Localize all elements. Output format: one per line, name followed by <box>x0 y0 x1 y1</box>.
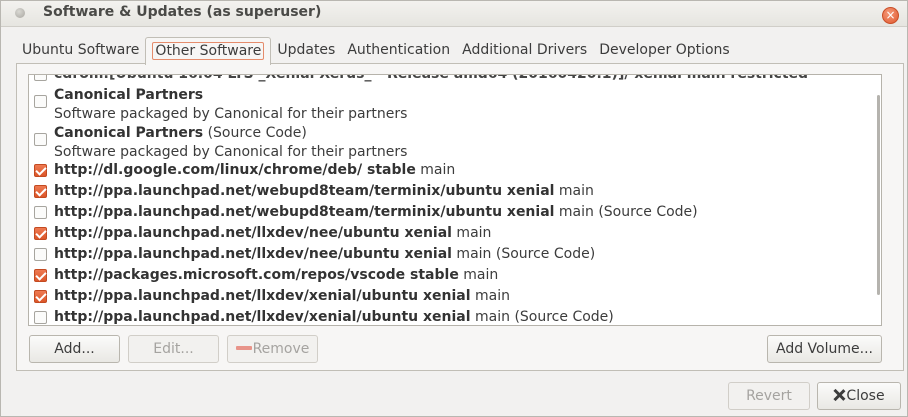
checkbox[interactable] <box>34 95 47 108</box>
source-name: http://ppa.launchpad.net/llxdev/xenial/u… <box>54 288 471 304</box>
source-name: http://ppa.launchpad.net/webupd8team/ter… <box>54 183 555 199</box>
list-item[interactable]: http://ppa.launchpad.net/webupd8team/ter… <box>29 202 879 223</box>
scrollbar-thumb[interactable] <box>877 95 880 295</box>
source-suffix: main <box>470 288 510 304</box>
checkbox-checked[interactable] <box>34 185 47 198</box>
list-item[interactable]: http://ppa.launchpad.net/llxdev/nee/ubun… <box>29 244 879 265</box>
source-name: http://dl.google.com/linux/chrome/deb/ s… <box>54 162 416 178</box>
tab-other-software[interactable]: Other Software <box>145 37 272 65</box>
source-suffix: main <box>451 225 492 241</box>
source-name: Canonical Partners <box>54 125 204 141</box>
scrollbar[interactable] <box>877 75 881 325</box>
source-name: http://ppa.launchpad.net/llxdev/xenial/u… <box>54 309 471 325</box>
add-volume-button[interactable]: Add Volume... <box>767 335 882 363</box>
close-icon <box>833 389 845 401</box>
checkbox-checked[interactable] <box>34 269 47 282</box>
source-suffix: main (Source Code) <box>554 204 698 220</box>
remove-button[interactable]: Remove <box>227 335 318 363</box>
close-button[interactable]: Close <box>817 382 901 410</box>
source-name: http://ppa.launchpad.net/llxdev/nee/ubun… <box>54 225 452 241</box>
list-item-cdrom[interactable]: cdrom:[Ubuntu 16.04 LTS _Xenial Xerus_ -… <box>29 74 879 85</box>
source-name: http://ppa.launchpad.net/webupd8team/ter… <box>54 204 555 220</box>
list-item[interactable]: http://ppa.launchpad.net/webupd8team/ter… <box>29 181 879 202</box>
checkbox[interactable] <box>34 133 47 146</box>
window-close-icon[interactable]: × <box>882 7 899 24</box>
window-menu-icon[interactable] <box>15 8 25 18</box>
list-item[interactable]: http://ppa.launchpad.net/llxdev/xenial/u… <box>29 286 879 307</box>
source-name: http://ppa.launchpad.net/llxdev/nee/ubun… <box>54 246 452 262</box>
edit-button[interactable]: Edit... <box>128 335 219 363</box>
tab-updates[interactable]: Updates <box>271 37 341 64</box>
source-suffix: main <box>415 162 456 178</box>
source-name: Canonical Partners <box>54 87 204 103</box>
tab-bar: Ubuntu Software Other Software Updates A… <box>16 37 736 65</box>
revert-button[interactable]: Revert <box>728 382 810 410</box>
source-suffix: main (Source Code) <box>470 309 614 325</box>
source-name: http://packages.microsoft.com/repos/vsco… <box>54 267 459 283</box>
tab-additional-drivers[interactable]: Additional Drivers <box>456 37 593 64</box>
tab-developer-options[interactable]: Developer Options <box>593 37 735 64</box>
add-button[interactable]: Add... <box>29 335 120 363</box>
source-description: Software packaged by Canonical for their… <box>54 106 408 122</box>
list-item[interactable]: http://dl.google.com/linux/chrome/deb/ s… <box>29 160 879 181</box>
checkbox[interactable] <box>34 206 47 219</box>
tab-ubuntu-software[interactable]: Ubuntu Software <box>16 37 145 64</box>
software-updates-window: Software & Updates (as superuser) × Ubun… <box>0 0 908 417</box>
source-suffix: main <box>554 183 594 199</box>
sources-list[interactable]: cdrom:[Ubuntu 16.04 LTS _Xenial Xerus_ -… <box>28 74 882 326</box>
source-suffix: main (Source Code) <box>451 246 596 262</box>
list-item[interactable]: Canonical Partners Software packaged by … <box>29 85 879 125</box>
checkbox[interactable] <box>34 75 47 81</box>
titlebar: Software & Updates (as superuser) × <box>1 1 907 27</box>
remove-icon <box>235 346 252 350</box>
list-item[interactable]: http://ppa.launchpad.net/llxdev/nee/ubun… <box>29 223 879 244</box>
source-suffix: (Source Code) <box>203 125 307 141</box>
list-item[interactable]: http://packages.microsoft.com/repos/vsco… <box>29 265 879 286</box>
source-suffix: main <box>458 267 499 283</box>
list-item[interactable]: Canonical Partners (Source Code) Softwar… <box>29 123 879 163</box>
checkbox[interactable] <box>34 248 47 261</box>
checkbox-checked[interactable] <box>34 290 47 303</box>
checkbox-checked[interactable] <box>34 164 47 177</box>
tab-authentication[interactable]: Authentication <box>341 37 456 64</box>
window-title: Software & Updates (as superuser) <box>43 4 322 20</box>
list-item[interactable]: http://ppa.launchpad.net/llxdev/xenial/u… <box>29 307 879 325</box>
checkbox[interactable] <box>34 311 47 324</box>
checkbox-checked[interactable] <box>34 227 47 240</box>
source-label: cdrom:[Ubuntu 16.04 LTS _Xenial Xerus_ -… <box>54 74 809 82</box>
